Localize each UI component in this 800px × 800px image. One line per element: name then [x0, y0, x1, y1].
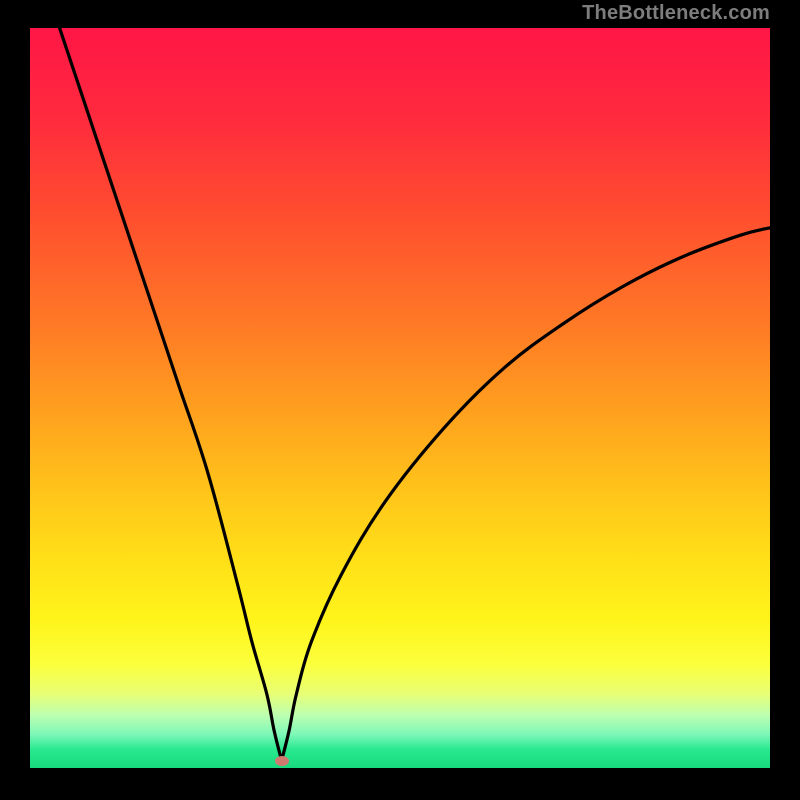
chart-svg [30, 28, 770, 768]
chart-background [30, 28, 770, 768]
watermark-text: TheBottleneck.com [582, 2, 770, 25]
chart-frame [30, 28, 770, 768]
optimum-dot [275, 756, 289, 766]
